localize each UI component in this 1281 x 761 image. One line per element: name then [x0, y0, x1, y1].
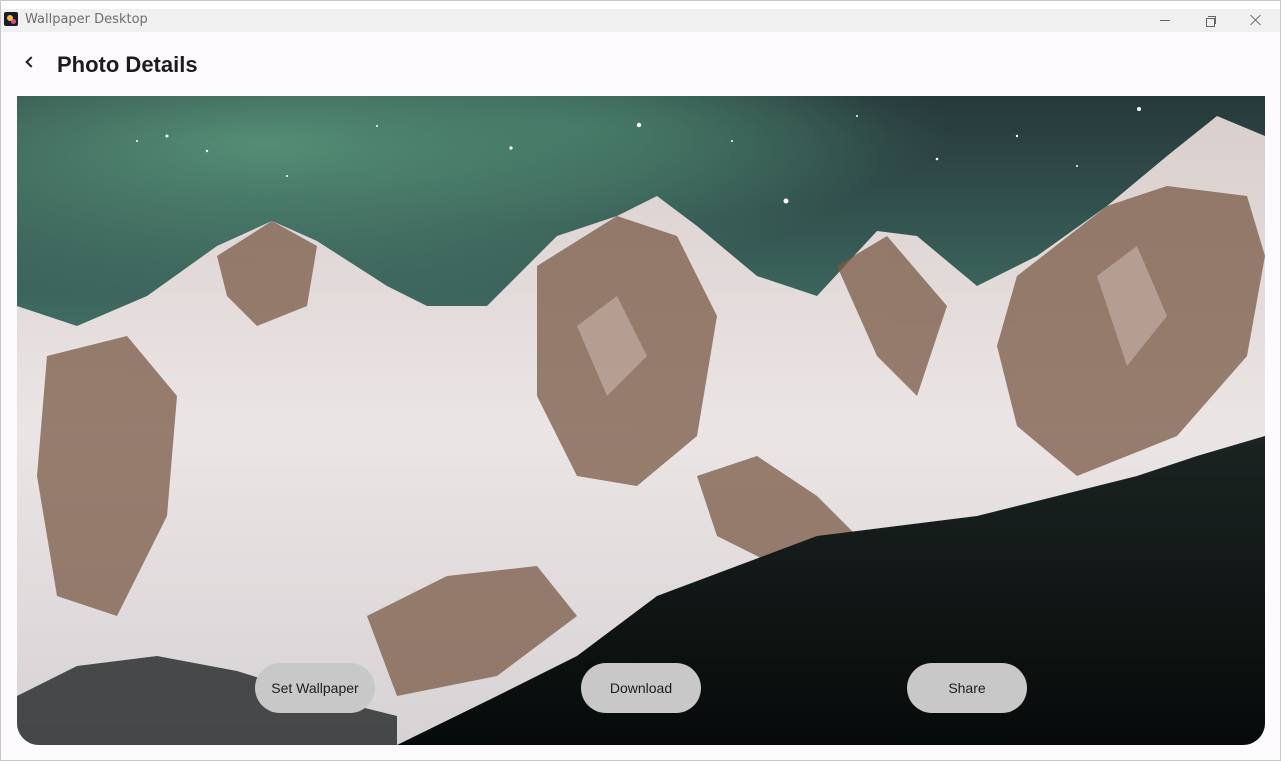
restore-button[interactable]	[1187, 9, 1233, 31]
wallpaper-photo	[17, 96, 1265, 745]
minimize-button[interactable]	[1142, 9, 1188, 31]
app-window: Wallpaper Desktop Photo Details Set Wall…	[0, 0, 1281, 761]
set-wallpaper-button[interactable]: Set Wallpaper	[255, 663, 375, 713]
restore-icon	[1205, 15, 1216, 27]
app-logo-icon	[4, 12, 18, 26]
window-title: Wallpaper Desktop	[25, 12, 148, 27]
download-button[interactable]: Download	[581, 663, 701, 713]
chevron-left-icon	[24, 56, 37, 68]
minimize-icon	[1160, 19, 1170, 21]
back-button[interactable]	[13, 46, 45, 78]
close-button[interactable]	[1233, 9, 1279, 31]
title-bar: Wallpaper Desktop	[1, 1, 1280, 32]
app-bar: Photo Details	[1, 32, 1280, 96]
page-title: Photo Details	[57, 52, 198, 77]
close-icon	[1250, 14, 1262, 26]
share-button[interactable]: Share	[907, 663, 1027, 713]
